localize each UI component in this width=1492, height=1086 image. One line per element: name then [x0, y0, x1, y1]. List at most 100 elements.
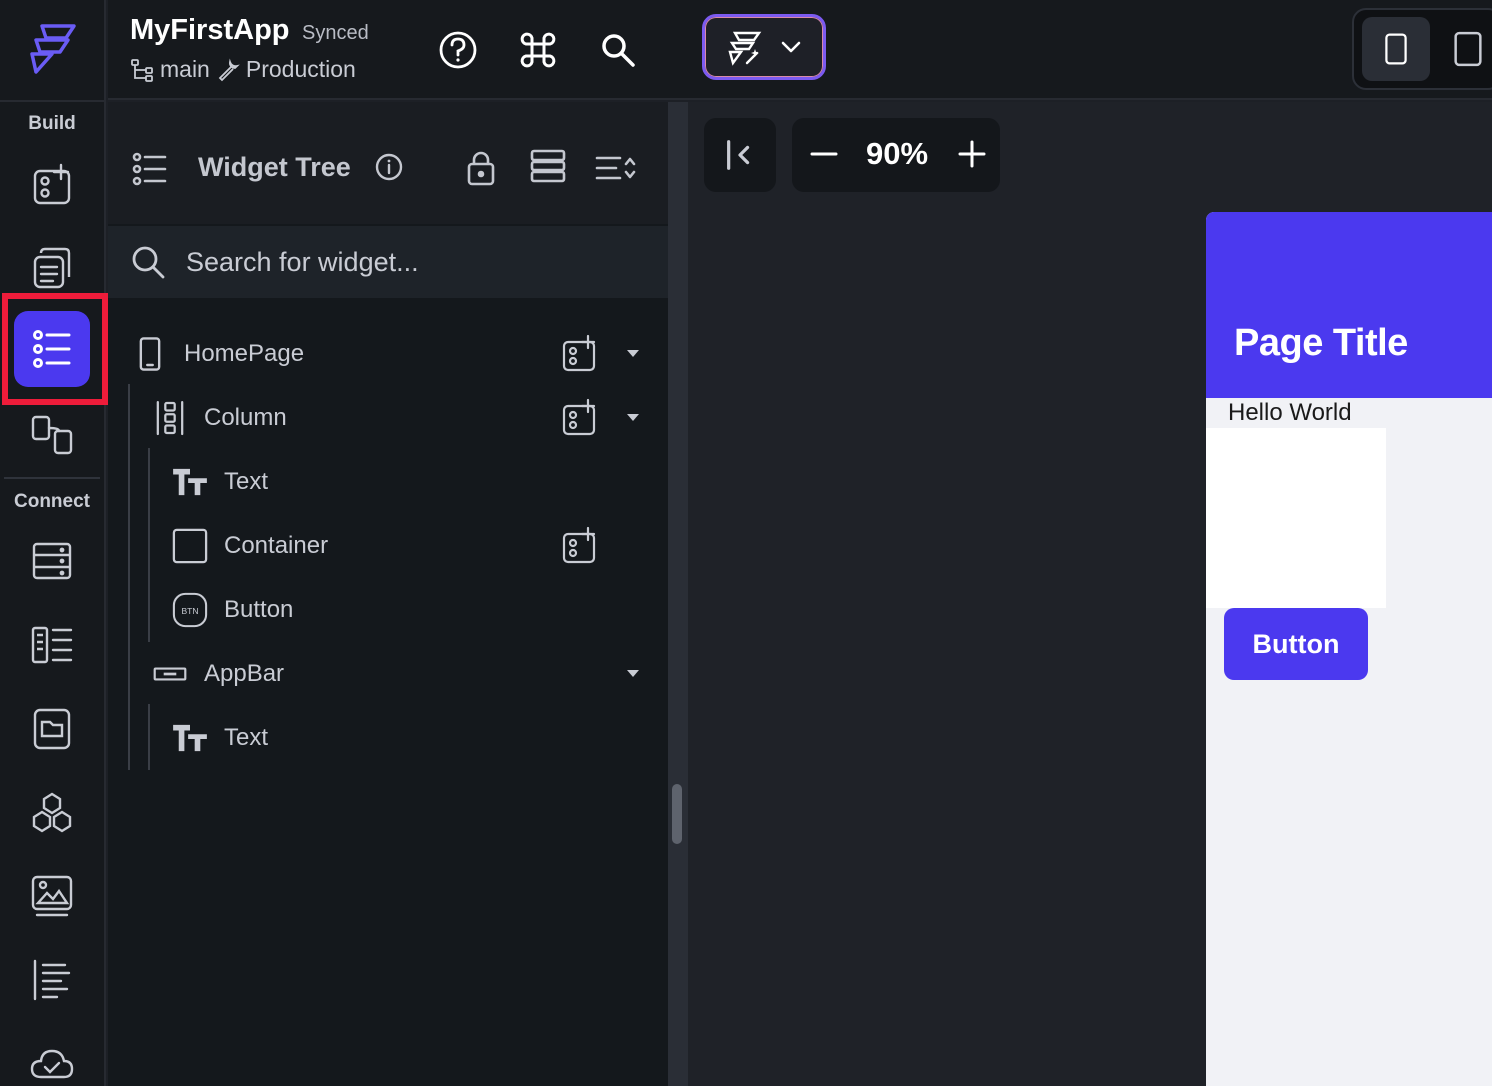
tree-node-label: Container [224, 532, 329, 559]
tree-guide-line [148, 704, 150, 770]
rail-item-pages[interactable] [22, 238, 82, 298]
rail-separator [4, 477, 100, 479]
widget-search-input[interactable] [186, 238, 646, 286]
preview-container[interactable] [1206, 428, 1386, 608]
rail-item-integrations[interactable] [22, 783, 82, 843]
highlight-box [2, 293, 108, 405]
flutterflow-logo-icon[interactable] [22, 18, 82, 78]
app-name[interactable]: MyFirstApp [130, 14, 290, 47]
image-icon [31, 875, 73, 917]
zoom-level: 90% [865, 136, 929, 171]
widget-tree-header: Widget Tree [108, 102, 668, 224]
tablet-icon [1454, 31, 1482, 67]
tree-node-text[interactable]: Text [170, 708, 268, 768]
lock-icon[interactable] [466, 150, 496, 186]
rail-divider [0, 100, 106, 102]
zoom-control: 90% [792, 118, 1000, 192]
tree-node-container[interactable]: Container [170, 516, 328, 576]
search-icon [602, 34, 635, 67]
command-palette-button[interactable] [512, 24, 564, 76]
sync-status: Synced [302, 22, 369, 44]
storyboard-icon [31, 415, 73, 455]
preview-button[interactable]: Button [1224, 608, 1368, 680]
widget-search [108, 226, 668, 298]
text-align-icon [33, 959, 71, 1001]
rail-item-app-state[interactable] [22, 615, 82, 675]
preview-page-title[interactable]: Page Title [1234, 322, 1408, 365]
chevron-down-icon [781, 41, 801, 53]
collapse-panel-button[interactable] [704, 118, 776, 192]
rail-item-cloud-functions[interactable] [22, 1032, 82, 1086]
add-child-icon[interactable] [560, 334, 600, 374]
rail-item-add-widget[interactable] [22, 154, 82, 214]
text-icon [170, 718, 210, 758]
help-button[interactable] [432, 24, 484, 76]
add-child-icon[interactable] [560, 526, 600, 566]
phone-icon [130, 334, 170, 374]
tree-guide-line [148, 448, 150, 642]
collapse-left-icon [727, 140, 750, 170]
flutterflow-editor: Build Connect MyFirstApp Synced main Pro… [0, 0, 1492, 1086]
panel-title: Widget Tree [198, 152, 351, 182]
rail-item-api-calls[interactable] [22, 950, 82, 1010]
tree-node-appbar[interactable]: AppBar [150, 644, 284, 704]
branch-icon [131, 58, 153, 82]
add-child-icon[interactable] [560, 398, 600, 438]
collapse-rows-icon[interactable] [530, 148, 566, 184]
preview-text[interactable]: Hello World [1228, 399, 1352, 427]
zoom-in-icon[interactable] [952, 132, 992, 176]
sort-expand-icon[interactable] [594, 152, 638, 184]
search-button[interactable] [592, 24, 644, 76]
tree-node-homepage[interactable]: HomePage [130, 324, 304, 384]
scrollbar-handle[interactable] [672, 784, 682, 844]
caret-down-icon[interactable] [627, 350, 639, 357]
widget-tree-icon [132, 152, 167, 186]
caret-down-icon[interactable] [627, 670, 639, 677]
column-icon [150, 398, 190, 438]
tree-node-label: HomePage [184, 340, 305, 367]
device-tablet-button[interactable] [1434, 17, 1492, 81]
ai-gen-dropdown[interactable] [702, 14, 826, 80]
left-nav-rail: Build Connect [0, 0, 108, 1086]
tree-node-label: Column [204, 404, 287, 431]
tree-node-label: Text [224, 468, 269, 495]
text-icon [170, 462, 210, 502]
widget-tree-panel: Widget Tree Search for widget... HomePag… [108, 102, 668, 1086]
top-bar: MyFirstApp Synced main Production [108, 0, 1492, 100]
add-widget-icon [33, 163, 71, 205]
info-icon[interactable] [374, 152, 404, 182]
rail-section-build: Build [28, 113, 76, 134]
device-phone-button[interactable] [1362, 17, 1430, 81]
panel-splitter[interactable] [668, 102, 688, 1086]
environment-name: Production [245, 56, 356, 82]
branch-name: main [160, 56, 210, 82]
tree-node-label: Button [224, 596, 294, 623]
rail-item-files[interactable] [22, 699, 82, 759]
rail-item-media-assets[interactable] [22, 866, 82, 926]
tree-node-column[interactable]: Column [150, 388, 287, 448]
rail-item-storyboard[interactable] [22, 404, 82, 464]
magic-flutterflow-icon [728, 31, 762, 66]
tree-node-label: AppBar [204, 660, 285, 687]
container-icon [170, 526, 210, 566]
zoom-out-icon[interactable] [804, 132, 844, 176]
tree-node-button[interactable]: BTN Button [170, 580, 293, 640]
device-selector [1352, 8, 1492, 90]
appbar-icon [150, 654, 190, 694]
button-icon: BTN [170, 590, 210, 630]
rail-section-connect: Connect [14, 491, 90, 512]
help-icon [439, 31, 477, 69]
branch-info[interactable]: main Production [130, 56, 356, 83]
folder-icon [33, 708, 71, 750]
tree-node-text[interactable]: Text [170, 452, 268, 512]
rail-item-firestore[interactable] [22, 531, 82, 591]
phone-preview[interactable]: Page Title Hello World Button [1206, 212, 1492, 1086]
list-detail-icon [31, 626, 73, 664]
search-icon [132, 246, 165, 279]
button-icon-text: BTN [181, 606, 198, 616]
preview-appbar[interactable]: Page Title [1206, 212, 1492, 398]
phone-icon [1385, 33, 1407, 65]
tree-node-label: Text [224, 724, 269, 751]
caret-down-icon[interactable] [627, 414, 639, 421]
wrench-icon [218, 57, 240, 81]
